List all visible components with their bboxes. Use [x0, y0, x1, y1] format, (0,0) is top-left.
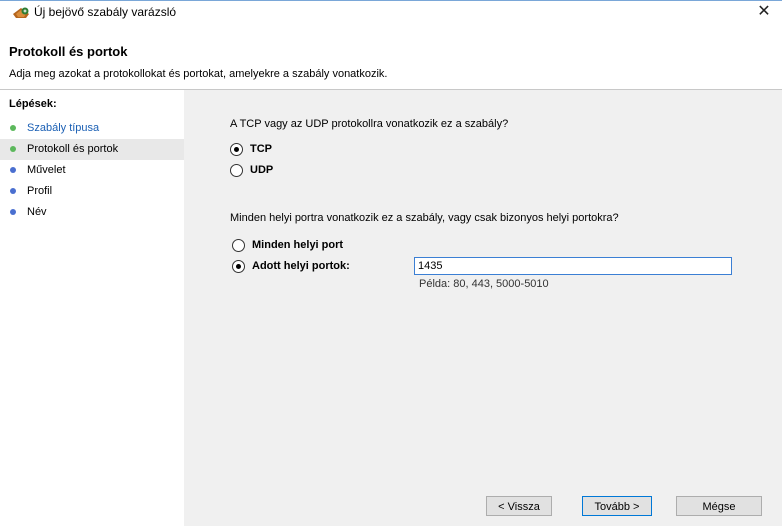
next-button[interactable]: Tovább > — [582, 496, 652, 516]
wizard-header: Protokoll és portok Adja meg azokat a pr… — [0, 24, 782, 88]
specific-ports-radio[interactable] — [232, 260, 245, 273]
specific-ports-input[interactable] — [414, 257, 732, 275]
all-ports-radio[interactable] — [232, 239, 245, 252]
step-label: Protokoll és portok — [27, 143, 119, 155]
step-green-dot-icon — [10, 125, 16, 131]
step-profile[interactable]: Profil — [0, 181, 184, 202]
protocol-question: A TCP vagy az UDP protokollra vonatkozik… — [230, 118, 509, 130]
step-label: Művelet — [27, 164, 66, 176]
step-blue-dot-icon — [10, 209, 16, 215]
step-protocol-ports[interactable]: Protokoll és portok — [0, 139, 184, 160]
firewall-wizard-icon — [13, 7, 29, 18]
back-button[interactable]: < Vissza — [486, 496, 552, 516]
all-ports-label[interactable]: Minden helyi port — [252, 239, 343, 251]
close-button[interactable]: ✕ — [746, 0, 782, 24]
step-label: Név — [27, 206, 47, 218]
step-blue-dot-icon — [10, 167, 16, 173]
ports-question: Minden helyi portra vonatkozik ez a szab… — [230, 212, 619, 224]
steps-pane: Lépések: Szabály típusa Protokoll és por… — [0, 90, 184, 526]
udp-label[interactable]: UDP — [250, 164, 273, 176]
udp-radio[interactable] — [230, 164, 243, 177]
step-action[interactable]: Művelet — [0, 160, 184, 181]
step-name[interactable]: Név — [0, 202, 184, 223]
ports-example: Példa: 80, 443, 5000-5010 — [419, 278, 549, 290]
step-rule-type[interactable]: Szabály típusa — [0, 118, 184, 139]
tcp-label[interactable]: TCP — [250, 143, 272, 155]
title-bar: Új bejövő szabály varázsló ✕ — [0, 0, 782, 24]
page-subtitle: Adja meg azokat a protokollokat és porto… — [9, 68, 388, 80]
step-label: Szabály típusa — [27, 122, 100, 134]
page-title: Protokoll és portok — [9, 44, 128, 59]
cancel-button[interactable]: Mégse — [676, 496, 762, 516]
tcp-radio[interactable] — [230, 143, 243, 156]
specific-ports-label[interactable]: Adott helyi portok: — [252, 260, 350, 272]
step-green-dot-icon — [10, 146, 16, 152]
steps-title: Lépések: — [9, 98, 57, 110]
step-label: Profil — [27, 185, 53, 197]
step-blue-dot-icon — [10, 188, 16, 194]
content-pane: A TCP vagy az UDP protokollra vonatkozik… — [184, 90, 782, 526]
window-title: Új bejövő szabály varázsló — [34, 5, 177, 19]
